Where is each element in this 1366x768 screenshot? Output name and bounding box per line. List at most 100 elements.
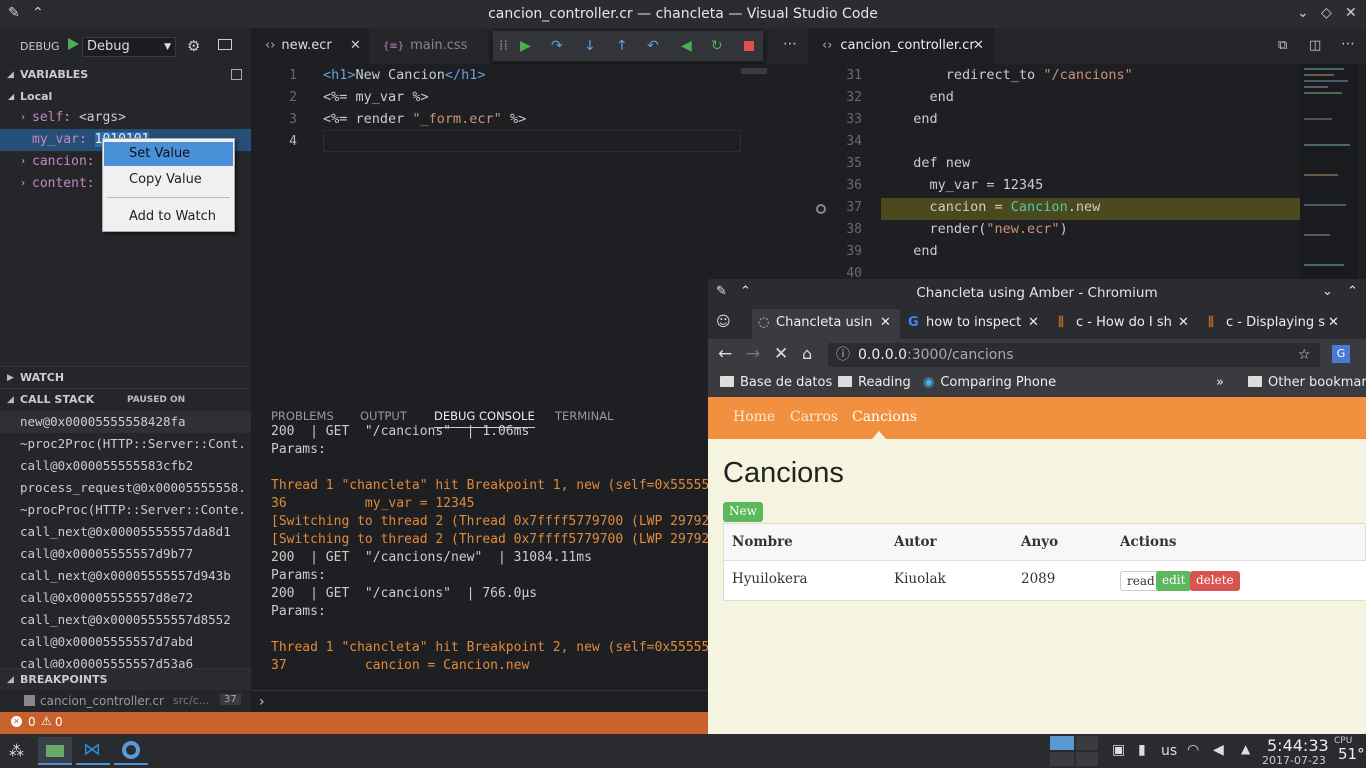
bookmark-comparing-phone[interactable]: ◉ Comparing Phone — [923, 375, 1058, 390]
minimize-icon[interactable]: ⌄ — [1322, 284, 1333, 299]
volume-icon[interactable]: ◀ — [1213, 742, 1224, 758]
new-button[interactable]: New — [723, 502, 763, 522]
menu-set-value[interactable]: Set Value — [104, 142, 233, 166]
stop-loading-icon[interactable]: ✕ — [774, 344, 788, 364]
reverse-icon[interactable]: ◀ — [681, 38, 692, 54]
bookmark-reading[interactable]: Reading — [838, 375, 911, 390]
forward-icon[interactable]: → — [746, 344, 760, 364]
edit-button[interactable]: edit — [1156, 571, 1192, 591]
callstack-frame[interactable]: call_next@0x00005555557d8552 — [20, 609, 248, 631]
pager-desktop-1[interactable] — [1050, 736, 1074, 750]
callstack-frame[interactable]: call@0x00005555557d7abd — [20, 631, 248, 653]
home-icon[interactable]: ⌂ — [802, 344, 812, 363]
error-icon[interactable]: ✕ — [11, 716, 22, 727]
scope-local[interactable]: ◢ Local — [0, 86, 251, 108]
minimap[interactable] — [1300, 64, 1358, 279]
callstack-frame[interactable]: call@0x000055555583cfb2 — [20, 455, 248, 477]
open-changes-icon[interactable]: ⧉ — [1278, 38, 1287, 53]
minimap[interactable] — [741, 68, 767, 74]
error-count[interactable]: 0 — [28, 715, 36, 729]
callstack-frame[interactable]: ~proc2Proc(HTTP::Server::Cont... — [20, 433, 248, 455]
bookmark-base-de-datos[interactable]: Base de datos — [720, 375, 832, 390]
task-chromium[interactable] — [114, 737, 148, 765]
nav-home[interactable]: Home — [733, 409, 775, 425]
menu-add-to-watch[interactable]: Add to Watch — [104, 205, 233, 229]
callstack-frame[interactable]: call@0x00005555557d9b77 — [20, 543, 248, 565]
close-icon[interactable]: ✕ — [1345, 5, 1357, 21]
close-tab-icon[interactable]: ✕ — [973, 28, 984, 64]
browser-tab-so-1[interactable]: ⫼ c - How do I sh ✕ — [1052, 309, 1200, 339]
tab-problems[interactable]: PROBLEMS — [271, 409, 334, 423]
callstack-frame[interactable]: process_request@0x00005555558... — [20, 477, 248, 499]
restart-icon[interactable]: ↻ — [711, 38, 723, 54]
tab-new-ecr[interactable]: ‹› new.ecr ✕ — [251, 28, 369, 64]
close-tab-icon[interactable]: ✕ — [1178, 309, 1189, 337]
browser-tab-so-2[interactable]: ⫼ c - Displaying s ✕ — [1202, 309, 1350, 339]
gear-icon[interactable]: ⚙ — [187, 37, 200, 55]
variable-self[interactable]: › self: <args> — [0, 107, 251, 129]
close-tab-icon[interactable]: ✕ — [1328, 309, 1339, 337]
nav-carros[interactable]: Carros — [790, 409, 838, 425]
callstack-frame[interactable]: new@0x00005555558428fa — [0, 411, 251, 433]
drag-handle-icon[interactable]: ⁞⁞ — [499, 38, 508, 54]
wifi-icon[interactable]: ◠ — [1187, 742, 1199, 758]
pager-desktop-3[interactable] — [1050, 752, 1074, 766]
breakpoints-header[interactable]: ◢ BREAKPOINTS — [0, 668, 251, 690]
task-vscode[interactable]: ⋈ — [76, 737, 110, 765]
editor-cancion-controller[interactable]: 31 32 33 34 35 36 37 38 39 40 redirect_to "/canci… — [808, 64, 1366, 279]
task-sysmon[interactable] — [38, 737, 72, 765]
bookmark-other[interactable]: Other bookmarks — [1248, 375, 1366, 390]
breakpoint-icon[interactable] — [816, 204, 826, 214]
pager-desktop-4[interactable] — [1076, 752, 1098, 766]
browser-tab-inspect[interactable]: Ghow to inspect ✕ — [902, 309, 1050, 339]
tab-cancion-controller[interactable]: ‹› cancion_controller.cr ✕ — [808, 28, 994, 64]
variables-header[interactable]: ◢ VARIABLES — [0, 64, 251, 86]
nav-cancions[interactable]: Cancions — [852, 409, 917, 425]
clipboard-icon[interactable]: ▣ — [1112, 742, 1125, 758]
callstack-header[interactable]: ◢CALL STACK PAUSED ON BREAKPOINT — [0, 388, 251, 427]
breakpoint-file[interactable]: cancion_controller.cr — [40, 694, 164, 708]
collapse-all-icon[interactable] — [231, 69, 242, 80]
console-prompt[interactable]: › — [259, 694, 265, 710]
tab-main-css[interactable]: {≡} main.css — [369, 28, 489, 64]
tab-terminal[interactable]: TERMINAL — [555, 409, 613, 423]
warning-count[interactable]: 0 — [55, 715, 63, 729]
more-actions-icon[interactable]: ⋯ — [783, 36, 797, 52]
clock-time[interactable]: 5:44:33 — [1267, 736, 1329, 755]
step-over-icon[interactable]: ↷ — [551, 38, 563, 54]
close-tab-icon[interactable]: ✕ — [350, 28, 361, 64]
launcher-icon[interactable]: ⁂ — [9, 742, 24, 760]
step-out-icon[interactable]: ↑ — [616, 38, 628, 54]
maximize-icon[interactable]: ⌃ — [1347, 284, 1358, 299]
continue-icon[interactable]: ▶ — [520, 38, 531, 54]
bookmarks-overflow[interactable]: » — [1216, 375, 1224, 390]
split-editor-icon[interactable]: ◫ — [1309, 38, 1321, 53]
checkbox-icon[interactable] — [24, 695, 35, 706]
more-actions-icon[interactable]: ⋯ — [1341, 36, 1355, 52]
maximize-icon[interactable]: ◇ — [1321, 5, 1332, 21]
back-icon[interactable]: ← — [718, 344, 732, 364]
minimize-icon[interactable]: ⌄ — [1297, 5, 1309, 21]
callstack-frame[interactable]: call_next@0x00005555557da8d1 — [20, 521, 248, 543]
pager-desktop-2[interactable] — [1076, 736, 1098, 750]
clock-date[interactable]: 2017-07-23 — [1262, 754, 1326, 767]
address-bar[interactable]: ⓘ 0.0.0.0:3000/cancions ☆ — [828, 343, 1320, 367]
translate-icon[interactable]: G — [1332, 345, 1350, 363]
battery-icon[interactable]: ▮ — [1138, 742, 1146, 758]
close-tab-icon[interactable]: ✕ — [1028, 309, 1039, 337]
callstack-frame[interactable]: ~procProc(HTTP::Server::Conte... — [20, 499, 248, 521]
stop-icon[interactable] — [744, 41, 754, 51]
console-icon[interactable] — [218, 39, 232, 50]
warning-icon[interactable]: ⚠ — [41, 714, 52, 728]
step-back-icon[interactable]: ↶ — [647, 38, 659, 54]
browser-tab-chancleta[interactable]: ◌ Chancleta usin ✕ — [752, 309, 900, 339]
tab-output[interactable]: OUTPUT — [360, 409, 407, 423]
step-into-icon[interactable]: ↓ — [584, 38, 596, 54]
tray-expand-icon[interactable]: ▲ — [1241, 742, 1250, 756]
start-debug-icon[interactable] — [66, 37, 80, 51]
callstack-frame[interactable]: call_next@0x00005555557d943b — [20, 565, 248, 587]
delete-button[interactable]: delete — [1190, 571, 1240, 591]
close-tab-icon[interactable]: ✕ — [880, 309, 891, 337]
star-icon[interactable]: ☆ — [1298, 343, 1311, 367]
menu-copy-value[interactable]: Copy Value — [104, 168, 233, 192]
